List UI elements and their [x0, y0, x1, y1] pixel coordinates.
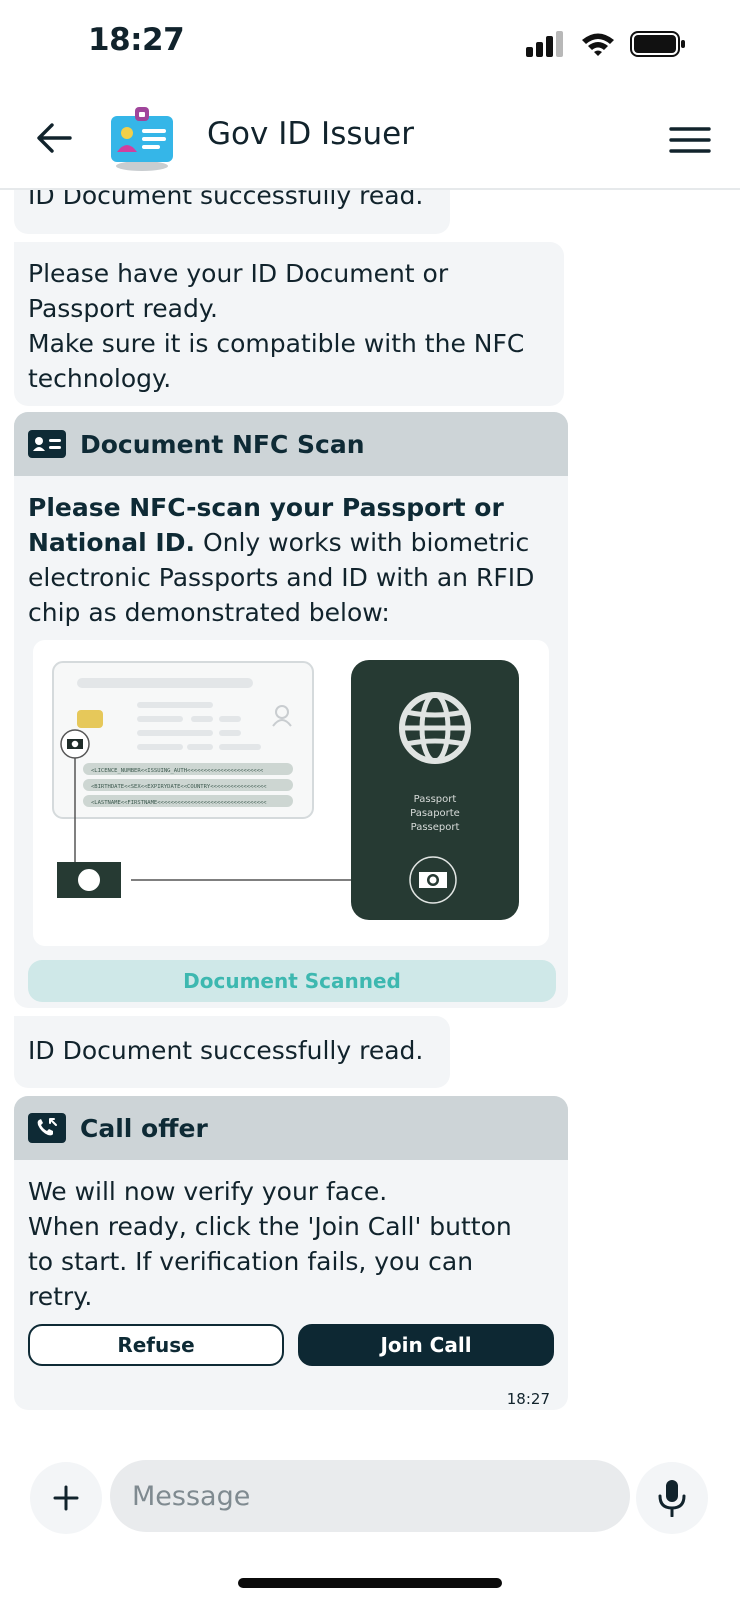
- message-line: to start. If verification fails, you can: [28, 1247, 474, 1276]
- mrz-line: <LICENCE_NUMBER<<ISSUING_AUTH<<<<<<<<<<<…: [91, 768, 264, 774]
- nfc-illustration: <LICENCE_NUMBER<<ISSUING_AUTH<<<<<<<<<<<…: [33, 640, 549, 946]
- call-offer-card: Call offer We will now verify your face.…: [14, 1096, 568, 1410]
- call-actions: Refuse Join Call: [28, 1324, 554, 1366]
- id-badge-icon: [111, 107, 173, 171]
- nfc-scan-card: Document NFC Scan Please NFC-scan your P…: [14, 412, 568, 1008]
- attach-button[interactable]: [30, 1462, 102, 1534]
- phone-call-icon: [28, 1113, 66, 1143]
- hamburger-menu-icon: [669, 127, 711, 153]
- passport-label: Passport: [414, 794, 457, 805]
- message-bubble: Please have your ID Document or Passport…: [14, 242, 564, 406]
- menu-button[interactable]: [666, 116, 714, 164]
- card-header: Document NFC Scan: [14, 412, 568, 476]
- message-line: Passport ready.: [28, 294, 218, 323]
- message-line: Please have your ID Document or: [28, 259, 449, 288]
- nfc-instructions: Please NFC-scan your Passport or Nationa…: [28, 490, 554, 630]
- microphone-button[interactable]: [636, 1462, 708, 1534]
- status-time: 18:27: [88, 22, 185, 58]
- home-indicator: [238, 1578, 502, 1588]
- message-text: ID Document successfully read.: [28, 190, 424, 210]
- id-card-icon: [28, 430, 66, 458]
- card-header: Call offer: [14, 1096, 568, 1160]
- back-button[interactable]: [30, 114, 78, 162]
- message-composer: [0, 1440, 740, 1600]
- message-timestamp: 18:27: [506, 1390, 550, 1408]
- battery-icon: [630, 31, 685, 57]
- message-line: technology.: [28, 364, 172, 393]
- microphone-icon: [658, 1480, 686, 1517]
- message-bubble: ID Document successfully read.: [14, 1016, 450, 1088]
- nfc-diagram: <LICENCE_NUMBER<<ISSUING_AUTH<<<<<<<<<<<…: [52, 660, 519, 920]
- issuer-avatar: [106, 104, 178, 176]
- mrz-line: <LASTNAME<<FIRSTNAME<<<<<<<<<<<<<<<<<<<<…: [91, 800, 267, 806]
- wifi-icon: [582, 33, 614, 56]
- plus-icon: [53, 1485, 79, 1511]
- card-title: Call offer: [80, 1113, 208, 1143]
- message-input[interactable]: [110, 1460, 630, 1532]
- document-scanned-status: Document Scanned: [28, 960, 556, 1002]
- status-bar: 18:27: [0, 0, 740, 90]
- signal-icon: [526, 31, 563, 57]
- mrz-line: <BIRTHDATE<<SEX<<EXPIRYDATE<<COUNTRY<<<<…: [91, 784, 267, 790]
- refuse-button[interactable]: Refuse: [28, 1324, 284, 1366]
- message-text: ID Document successfully read.: [28, 1036, 424, 1065]
- join-call-button[interactable]: Join Call: [298, 1324, 554, 1366]
- arrow-left-icon: [37, 123, 72, 153]
- passport-label: Pasaporte: [410, 808, 460, 819]
- message-line: We will now verify your face.: [28, 1177, 388, 1206]
- card-body: Please NFC-scan your Passport or Nationa…: [14, 476, 568, 1008]
- card-title: Document NFC Scan: [80, 429, 365, 459]
- chat-header: Gov ID Issuer: [0, 90, 740, 190]
- message-line: When ready, click the 'Join Call' button: [28, 1212, 512, 1241]
- chat-thread[interactable]: ID Document successfully read. Please ha…: [0, 190, 740, 1440]
- message-line: Make sure it is compatible with the NFC: [28, 329, 525, 358]
- header-title: Gov ID Issuer: [207, 116, 414, 152]
- card-body: We will now verify your face. When ready…: [14, 1160, 568, 1410]
- passport-label: Passeport: [411, 822, 460, 833]
- status-icons: [526, 30, 686, 58]
- message-line: retry.: [28, 1282, 93, 1311]
- message-bubble: ID Document successfully read.: [14, 190, 450, 234]
